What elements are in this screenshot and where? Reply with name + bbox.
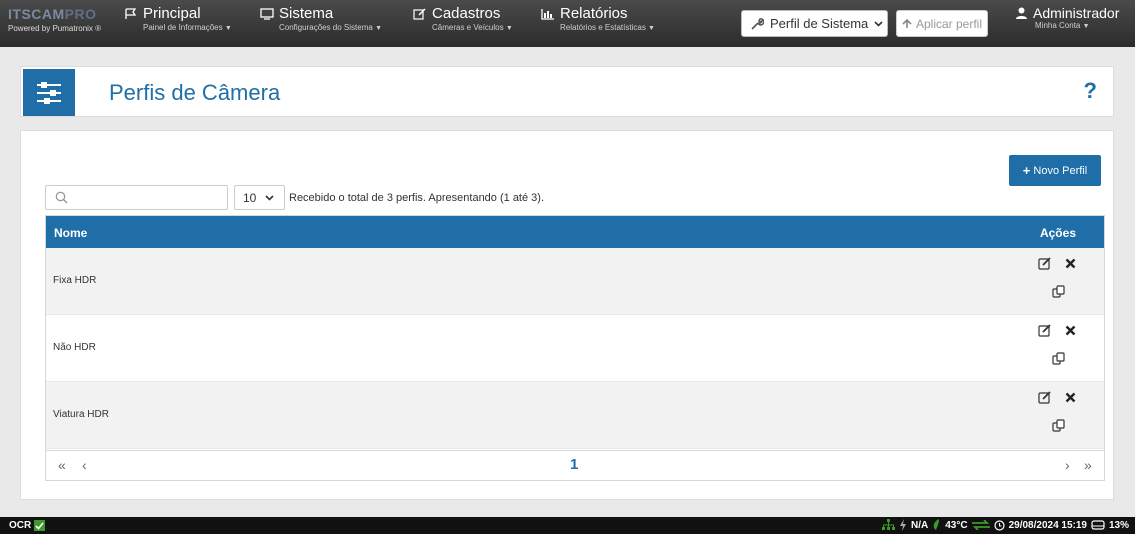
temperature: 43°C	[945, 519, 968, 531]
caret-down-icon: ▼	[224, 25, 232, 32]
caret-down-icon: ▼	[375, 25, 382, 32]
user-sub: Minha Conta	[1035, 21, 1081, 30]
nav-sistema-label: Sistema	[279, 5, 334, 22]
delete-icon[interactable]	[1065, 392, 1076, 403]
profile-name: Fixa HDR	[53, 275, 97, 286]
copy-icon[interactable]	[1052, 352, 1065, 366]
caret-down-icon: ▼	[1082, 23, 1090, 30]
page-title: Perfis de Câmera	[109, 80, 281, 105]
nav-cadastros-sub: Câmeras e Veículos	[432, 23, 504, 32]
chevron-down-icon	[265, 194, 274, 201]
system-profile-select[interactable]: Perfil de Sistema	[741, 10, 888, 37]
caret-down-icon: ▼	[648, 25, 655, 32]
logo-suffix: PRO	[64, 6, 97, 22]
nav-principal-sub: Painel de Informações	[143, 23, 223, 32]
bar-chart-icon	[541, 8, 554, 20]
ocr-status: OCR	[9, 520, 46, 531]
apply-profile-label: Aplicar perfil	[915, 16, 983, 31]
current-page[interactable]: 1	[570, 456, 578, 473]
user-menu[interactable]: Administrador Minha Conta ▼	[1016, 5, 1119, 30]
disk-icon	[1091, 520, 1105, 530]
datetime: 29/08/2024 15:19	[1008, 519, 1087, 531]
arrow-up-icon	[902, 18, 912, 28]
wrench-icon	[751, 17, 764, 30]
sliders-icon	[23, 69, 75, 116]
table-row: Viatura HDR	[46, 382, 1104, 449]
prev-page-button[interactable]: ‹	[82, 457, 87, 473]
table-header: Nome Ações	[46, 216, 1104, 248]
monitor-icon	[260, 7, 274, 20]
system-profile-value: Perfil de Sistema	[770, 16, 869, 31]
logo-text: ITSCAM	[8, 6, 65, 22]
column-name: Nome	[54, 226, 88, 240]
bolt-icon	[900, 519, 906, 531]
delete-icon[interactable]	[1065, 258, 1076, 269]
page-header: Perfis de Câmera ?	[20, 66, 1114, 117]
plus-icon: +	[1022, 163, 1031, 178]
clock-icon	[993, 519, 1005, 531]
search-input[interactable]	[46, 186, 227, 209]
copy-icon[interactable]	[1052, 285, 1065, 299]
row-actions	[1038, 256, 1076, 306]
new-profile-label: Novo Perfil	[1033, 164, 1088, 177]
table-row: Não HDR	[46, 315, 1104, 382]
user-name: Administrador	[1033, 5, 1120, 21]
nav-principal-label: Principal	[143, 5, 201, 22]
power-status: N/A	[911, 519, 929, 531]
row-actions	[1038, 390, 1076, 440]
pagination: « ‹ 1 › »	[46, 450, 1104, 480]
copy-icon[interactable]	[1052, 419, 1065, 433]
ocr-label: OCR	[9, 520, 32, 531]
status-bar: OCR N/A 43°C 29/08/2024 15:19 13%	[0, 517, 1135, 534]
nav-cadastros-label: Cadastros	[432, 5, 501, 22]
profile-name: Não HDR	[53, 342, 96, 353]
page-size-value: 10	[243, 190, 257, 205]
nav-relatorios-sub: Relatórios e Estatísticas	[560, 23, 646, 32]
nav-sistema-sub: Configurações do Sistema	[279, 23, 373, 32]
transfer-icon	[971, 520, 990, 530]
search-icon	[55, 191, 68, 204]
flag-icon	[125, 7, 137, 19]
last-page-button[interactable]: »	[1084, 457, 1092, 473]
table-row: Fixa HDR	[46, 248, 1104, 315]
delete-icon[interactable]	[1065, 325, 1076, 336]
records-count: Recebido o total de 3 perfis. Apresentan…	[289, 192, 544, 204]
page-size-select[interactable]: 10	[234, 185, 285, 210]
edit-icon[interactable]	[1038, 324, 1052, 337]
edit-icon[interactable]	[1038, 257, 1052, 270]
profile-name: Viatura HDR	[53, 409, 109, 420]
nav-relatorios[interactable]: Relatórios Relatórios e Estatísticas ▼	[541, 5, 655, 32]
row-actions	[1038, 323, 1076, 373]
profiles-table: Nome Ações Fixa HDR Não HDR Viatura HDR	[45, 215, 1105, 481]
profiles-panel: + Novo Perfil 10 Recebido o total de 3 p…	[20, 130, 1114, 500]
user-icon	[1016, 7, 1027, 19]
next-page-button[interactable]: ›	[1065, 457, 1070, 473]
check-icon	[34, 520, 46, 531]
edit-icon	[413, 7, 426, 20]
system-status: N/A 43°C 29/08/2024 15:19 13%	[882, 519, 1129, 531]
logo: ITSCAMPRO Powered by Pumatronix ®	[8, 6, 116, 42]
search-field[interactable]	[45, 185, 228, 210]
column-actions: Ações	[1039, 226, 1076, 240]
powered-by: Powered by Pumatronix ®	[8, 24, 102, 33]
nav-sistema[interactable]: Sistema Configurações do Sistema ▼	[260, 5, 382, 32]
new-profile-button[interactable]: + Novo Perfil	[1009, 155, 1101, 186]
nav-cadastros[interactable]: Cadastros Câmeras e Veículos ▼	[413, 5, 513, 32]
top-navbar: ITSCAMPRO Powered by Pumatronix ® Princi…	[0, 0, 1135, 47]
help-button[interactable]: ?	[1084, 78, 1097, 104]
apply-profile-button[interactable]: Aplicar perfil	[896, 10, 988, 37]
nav-relatorios-label: Relatórios	[560, 5, 628, 22]
caret-down-icon: ▼	[505, 25, 513, 32]
nav-principal[interactable]: Principal Painel de Informações ▼	[124, 5, 232, 32]
first-page-button[interactable]: «	[58, 457, 66, 473]
chevron-down-icon	[874, 20, 883, 27]
edit-icon[interactable]	[1038, 391, 1052, 404]
network-icon	[882, 519, 895, 530]
thermometer-icon	[933, 519, 940, 530]
disk-usage: 13%	[1108, 519, 1129, 531]
